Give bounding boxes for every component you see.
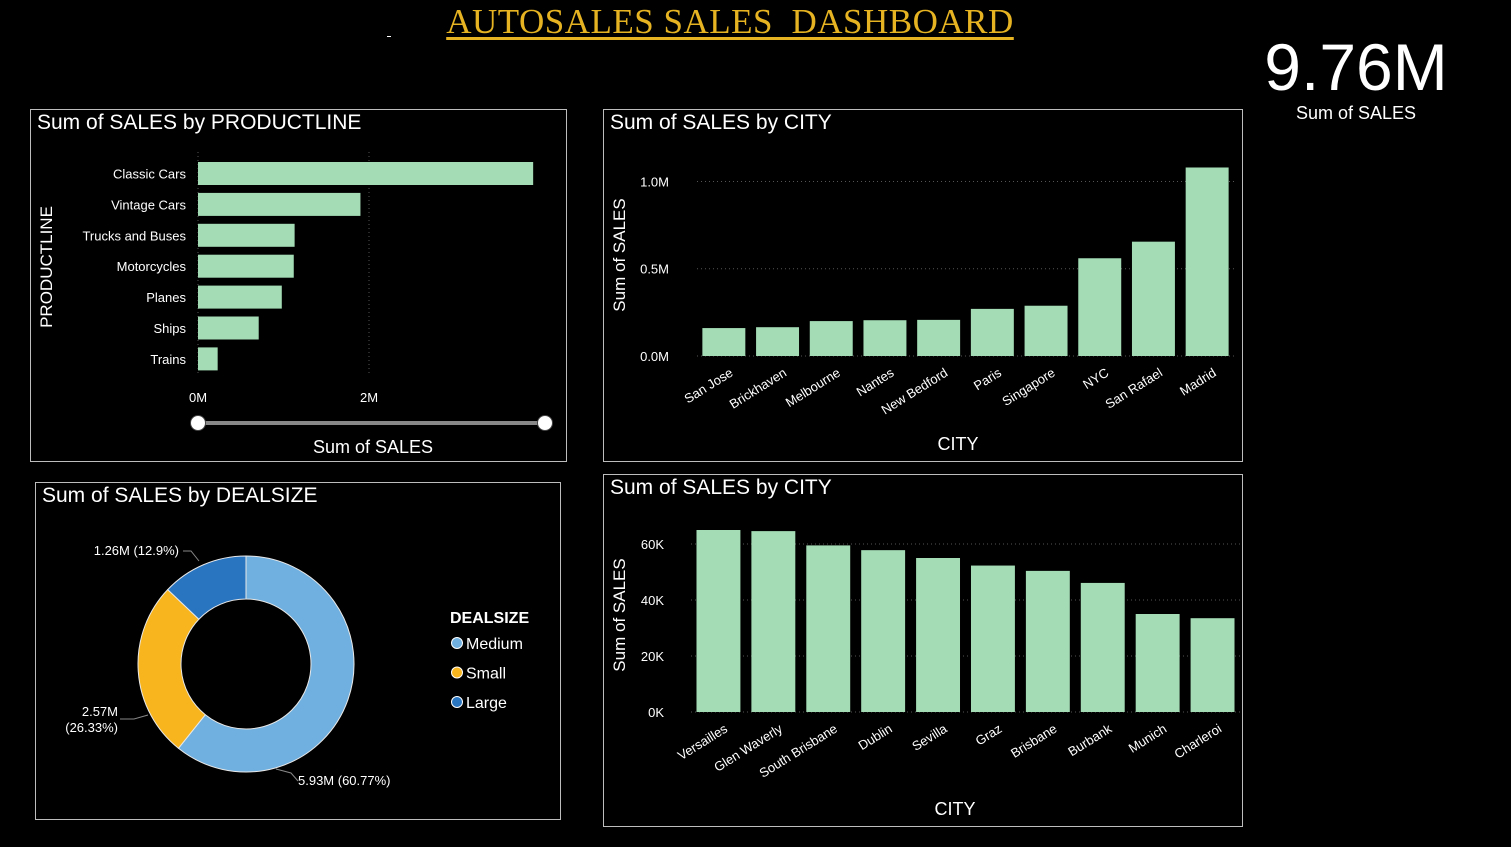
bar-burbank[interactable]	[1080, 582, 1125, 712]
category-label-graz: Graz	[973, 721, 1005, 749]
bar-south-brisbane[interactable]	[806, 545, 851, 712]
bar-planes[interactable]	[198, 285, 282, 309]
category-label-madrid: Madrid	[1177, 365, 1219, 399]
category-label-melbourne: Melbourne	[783, 365, 843, 410]
bar-versailles[interactable]	[696, 530, 741, 712]
y-tick-label: 20K	[641, 649, 664, 664]
bar-dublin[interactable]	[861, 550, 906, 712]
bar-classic-cars[interactable]	[198, 162, 534, 185]
legend-label-medium[interactable]: Medium	[466, 636, 523, 653]
bar-munich[interactable]	[1135, 614, 1180, 712]
category-label-trains: Trains	[150, 352, 186, 367]
y-tick-label: 0K	[648, 705, 664, 720]
kpi-card[interactable]: 9.76M Sum of SALES	[1246, 28, 1466, 124]
dealsize-donut-chart: 5.93M (60.77%) 2.57M(26.33%) 1.26M (12.9%)…	[65, 543, 529, 788]
city-chart-panel-2[interactable]: Sum of SALES by CITY 0K 20K 40K 60K Versaill…	[603, 474, 1243, 827]
category-label-classic-cars: Classic Cars	[113, 167, 186, 182]
x-axis-title: CITY	[937, 434, 978, 454]
bar-new-bedford[interactable]	[917, 319, 961, 356]
category-label-munich: Munich	[1126, 721, 1170, 756]
bar-singapore[interactable]	[1024, 305, 1068, 356]
category-label-nyc: NYC	[1080, 365, 1111, 392]
legend-marker-large[interactable]	[451, 696, 463, 708]
x-axis-title: CITY	[934, 799, 975, 819]
legend-marker-small[interactable]	[451, 666, 463, 679]
y-tick-label: 0.0M	[640, 349, 669, 364]
y-tick-label: 40K	[641, 593, 664, 608]
category-label-singapore: Singapore	[999, 365, 1057, 409]
bar-san-jose[interactable]	[702, 328, 746, 356]
bar-madrid[interactable]	[1185, 167, 1229, 356]
leader-line-small	[120, 714, 149, 720]
category-label-san-rafael: San Rafael	[1103, 365, 1166, 412]
bar-trains[interactable]	[198, 347, 218, 371]
data-label-large: 1.26M (12.9%)	[94, 543, 179, 558]
category-label-brickhaven: Brickhaven	[727, 365, 789, 412]
category-label-sevilla: Sevilla	[909, 720, 950, 753]
category-label-burbank: Burbank	[1065, 721, 1114, 760]
bar-glen-waverly[interactable]	[751, 531, 796, 712]
range-slider-handle-right[interactable]	[537, 415, 553, 431]
y-tick-label: 60K	[641, 537, 664, 552]
city-bar-chart-2: 0K20K40K60KVersaillesGlen WaverlySouth B…	[610, 530, 1240, 819]
y-axis-title: PRODUCTLINE	[37, 206, 56, 328]
stray-mark	[387, 36, 391, 37]
category-label-paris: Paris	[971, 365, 1004, 394]
leader-line-medium	[275, 768, 299, 782]
range-slider-handle-left[interactable]	[190, 415, 206, 431]
productline-bar-chart: 0M 2M Classic Cars Vintage Cars Trucks and B…	[37, 152, 553, 457]
category-label-charleroi: Charleroi	[1171, 721, 1224, 762]
category-label-planes: Planes	[146, 290, 186, 305]
productline-chart-panel[interactable]: Sum of SALES by PRODUCTLINE 0M 2M Classic …	[30, 109, 567, 462]
bar-ships[interactable]	[198, 316, 259, 340]
x-tick-label: 0M	[189, 390, 207, 405]
bar-paris[interactable]	[970, 308, 1014, 356]
bar-vintage-cars[interactable]	[198, 192, 361, 216]
category-label-trucks-and-buses: Trucks and Buses	[82, 228, 186, 243]
bar-sevilla[interactable]	[916, 558, 961, 712]
data-label-small-value: 2.57M	[82, 704, 118, 719]
bar-melbourne[interactable]	[809, 321, 853, 356]
bar-charleroi[interactable]	[1190, 618, 1235, 712]
bar-nantes[interactable]	[863, 320, 907, 356]
legend-label-small[interactable]: Small	[466, 666, 506, 683]
x-tick-label: 2M	[360, 390, 378, 405]
kpi-label: Sum of SALES	[1295, 103, 1417, 123]
bar-brisbane[interactable]	[1025, 570, 1070, 712]
legend-label-large[interactable]: Large	[466, 695, 507, 712]
bar-nyc[interactable]	[1078, 258, 1122, 356]
y-axis-title: Sum of SALES	[610, 558, 629, 671]
x-axis-title: Sum of SALES	[313, 437, 433, 457]
bar-graz[interactable]	[970, 565, 1015, 712]
data-label-medium: 5.93M (60.77%)	[298, 773, 391, 788]
category-label-motorcycles: Motorcycles	[117, 259, 187, 274]
y-axis-title: Sum of SALES	[610, 198, 629, 311]
dealsize-chart-panel[interactable]: Sum of SALES by DEALSIZE 5.93M (60.77%) 2…	[35, 482, 561, 820]
legend-marker-medium[interactable]	[451, 637, 463, 649]
y-tick-label: 1.0M	[640, 174, 669, 189]
dashboard-title: AUTOSALES SALES DASHBOARD	[446, 2, 1014, 41]
city-bar-chart-1: 0.0M0.5M1.0MSan JoseBrickhavenMelbourne N…	[610, 167, 1234, 454]
legend-title: DEALSIZE	[450, 610, 529, 627]
category-label-dublin: Dublin	[856, 721, 895, 753]
category-label-ships: Ships	[153, 321, 186, 336]
bar-motorcycles[interactable]	[198, 254, 294, 278]
y-tick-label: 0.5M	[640, 262, 669, 277]
data-label-small-percent: (26.33%)	[65, 720, 118, 735]
kpi-value: 9.76M	[1264, 30, 1448, 104]
category-label-vintage-cars: Vintage Cars	[111, 197, 186, 212]
bar-trucks-and-buses[interactable]	[198, 223, 295, 247]
leader-line-large	[183, 550, 200, 562]
category-label-nantes: Nantes	[854, 365, 897, 400]
city-chart-panel-1[interactable]: Sum of SALES by CITY 0.0M 0.5M 1.0M San Jos…	[603, 109, 1243, 462]
category-label-brisbane: Brisbane	[1008, 721, 1059, 761]
bar-brickhaven[interactable]	[756, 327, 800, 356]
bar-san-rafael[interactable]	[1131, 241, 1175, 356]
